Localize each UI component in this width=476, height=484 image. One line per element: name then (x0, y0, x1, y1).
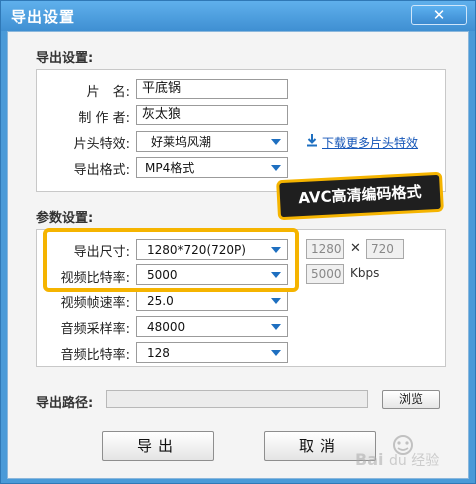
author-label: 制 作 者: (78, 111, 130, 126)
audio-bitrate-label: 音频比特率: (60, 348, 130, 363)
format-value: MP4格式 (145, 161, 195, 175)
intro-effect-label: 片头特效: (73, 137, 130, 152)
close-icon: ✕ (432, 6, 446, 24)
export-path-input[interactable] (106, 390, 368, 408)
highlight-box (43, 228, 299, 292)
name-input[interactable]: 平底锅 (136, 79, 288, 99)
export-settings-window: 导出设置 ✕ 导出设置: 片 名: 平底锅 制 作 者: 灰太狼 片头特效: 好… (0, 0, 476, 484)
format-select[interactable]: MP4格式 (136, 157, 288, 178)
params-section-label: 参数设置: (36, 211, 94, 226)
format-label: 导出格式: (73, 163, 130, 178)
intro-effect-select[interactable]: 好莱坞风潮 (136, 131, 288, 152)
browse-button[interactable]: 浏览 (382, 390, 440, 409)
chevron-down-icon (271, 165, 281, 171)
sample-rate-select[interactable]: 48000 (136, 316, 288, 337)
frame-rate-label: 视频帧速率: (60, 296, 130, 311)
multiply-icon: ✕ (350, 241, 361, 256)
download-more-effects-link[interactable]: 下载更多片头特效 (322, 134, 418, 151)
chevron-down-icon (271, 298, 281, 304)
sample-rate-label: 音频采样率: (60, 322, 130, 337)
audio-bitrate-select[interactable]: 128 (136, 342, 288, 363)
download-icon[interactable] (306, 133, 318, 147)
video-bitrate-unit: Kbps (350, 266, 380, 280)
video-bitrate-input[interactable]: 5000 (306, 264, 344, 284)
audio-bitrate-value: 128 (147, 346, 170, 360)
width-input[interactable]: 1280 (306, 239, 344, 259)
frame-rate-select[interactable]: 25.0 (136, 290, 288, 311)
name-label: 片 名: (86, 85, 130, 100)
author-input[interactable]: 灰太狼 (136, 105, 288, 125)
chevron-down-icon (271, 350, 281, 356)
window-title: 导出设置 (11, 8, 76, 26)
intro-effect-value: 好莱坞风潮 (151, 135, 212, 149)
export-button[interactable]: 导出 (102, 431, 214, 461)
height-input[interactable]: 720 (366, 239, 404, 259)
watermark-logo: Bai du 经验 (355, 435, 439, 469)
sample-rate-value: 48000 (147, 320, 186, 334)
chevron-down-icon (271, 139, 281, 145)
close-button[interactable]: ✕ (411, 5, 467, 25)
chevron-down-icon (271, 324, 281, 330)
title-bar[interactable]: 导出设置 ✕ (1, 1, 475, 31)
svg-text:Bai: Bai (355, 450, 383, 469)
frame-rate-value: 25.0 (147, 294, 174, 308)
export-section-label: 导出设置: (36, 51, 94, 66)
export-path-label: 导出路径: (36, 396, 94, 411)
svg-text:du 经验: du 经验 (389, 453, 439, 469)
